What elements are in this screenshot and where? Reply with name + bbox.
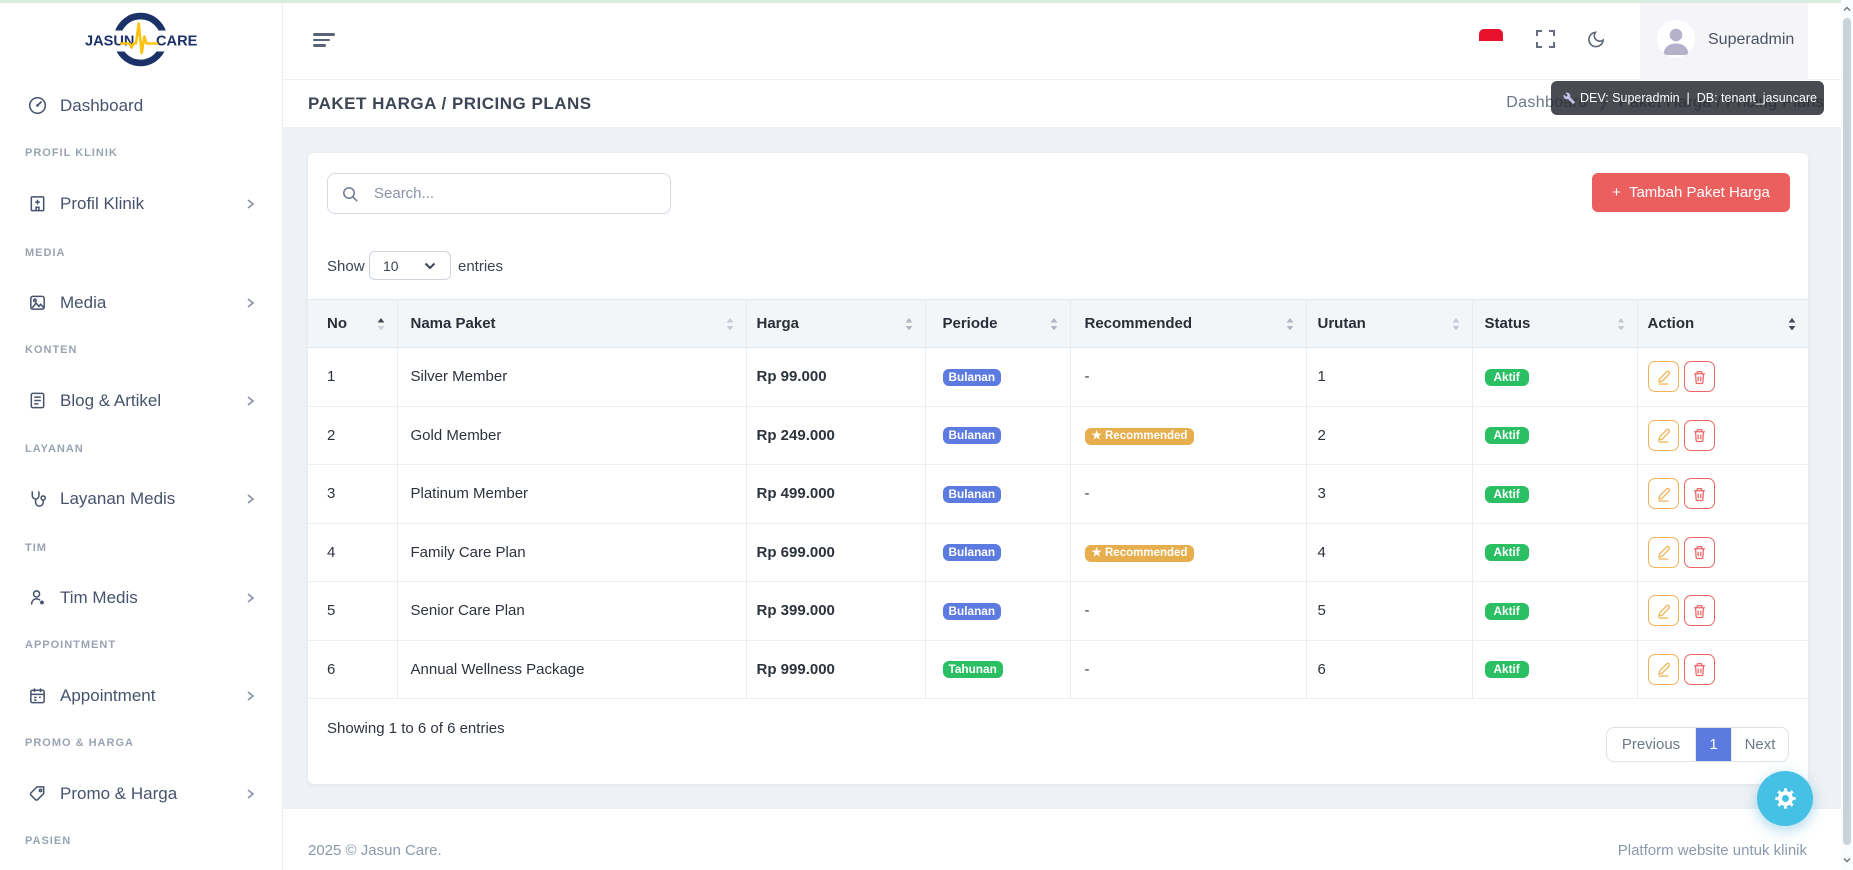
svg-text:JASUN: JASUN — [85, 34, 134, 50]
svg-text:CARE: CARE — [156, 34, 198, 50]
